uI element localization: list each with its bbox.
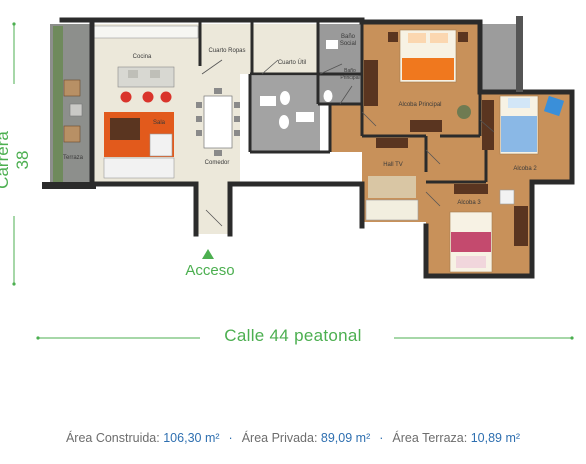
room-label-comedor: Comedor <box>205 160 230 166</box>
bathroom-social-floor <box>318 24 362 74</box>
room-label-sala: Sala <box>153 120 166 126</box>
room-label-alcoba-3: Alcoba 3 <box>457 200 481 206</box>
street-label-calle: Calle 44 peatonal <box>224 326 362 345</box>
separator: · <box>379 431 384 445</box>
hall-sofa <box>365 199 419 221</box>
room-label-bano-social-1: Baño <box>341 34 356 40</box>
area-value: 106,30 m² <box>163 431 220 445</box>
desk-principal <box>410 120 442 132</box>
street-label-carrera: Carrera 38 <box>0 131 32 189</box>
hall-rug <box>368 176 416 198</box>
sink <box>296 112 314 122</box>
sink <box>260 96 276 106</box>
closet-ppal-floor <box>330 104 362 152</box>
armchair <box>149 133 173 157</box>
terraza-planters <box>53 26 63 182</box>
nightstand <box>458 32 468 42</box>
tv-console <box>376 138 408 148</box>
armchair <box>499 189 515 205</box>
room-label-cuarto-util: Cuarto Útil <box>278 59 306 66</box>
toilet <box>280 91 290 105</box>
room-label-hall-tv: Hall TV <box>383 162 403 168</box>
area-summary: Área Construida: 106,30 m² · Área Privada:… <box>0 431 586 445</box>
separator: · <box>228 431 233 445</box>
closet <box>364 60 378 106</box>
nightstand <box>388 32 398 42</box>
desk-alcoba-3 <box>454 184 488 194</box>
kitchen-counter <box>93 25 199 39</box>
terrace-table <box>69 103 83 117</box>
room-label-terraza: Terraza <box>63 155 84 161</box>
stool-red <box>160 91 172 103</box>
balcony-rail <box>516 16 523 92</box>
room-label-bano-social-2: Social <box>340 41 356 47</box>
entrance-label: Acceso <box>185 262 235 279</box>
stool-red <box>142 91 154 103</box>
area-item: Área Privada: 89,09 m² <box>242 431 371 445</box>
dining-table <box>203 95 233 149</box>
area-item: Área Terraza: 10,89 m² <box>392 431 520 445</box>
room-label-bano-ppal-1: Baño <box>344 68 356 74</box>
coffee-table <box>110 118 140 140</box>
closet <box>482 100 494 150</box>
terraza-slab <box>42 182 96 189</box>
area-item: Área Construida: 106,30 m² <box>66 431 220 445</box>
room-label-alcoba-2: Alcoba 2 <box>513 166 537 172</box>
sofa <box>103 157 175 179</box>
room-label-bano-ppal-2: Principal <box>340 75 359 81</box>
entrance-arrow-icon <box>202 249 214 259</box>
terrace-chair <box>63 79 81 97</box>
area-label: Área Terraza: <box>392 431 468 445</box>
cuarto-util-floor <box>252 24 318 74</box>
room-label-cuarto-ropas: Cuarto Ropas <box>208 48 245 54</box>
room-label-cocina: Cocina <box>133 54 152 60</box>
toilet <box>279 115 289 129</box>
balcony-floor <box>480 24 520 92</box>
terrace-chair <box>63 125 81 143</box>
sink <box>326 40 338 49</box>
hall-entrance-floor <box>196 184 230 234</box>
room-label-alcoba-principal: Alcoba Principal <box>398 102 441 108</box>
toilet <box>323 90 333 102</box>
area-value: 10,89 m² <box>470 431 521 445</box>
kitchen-island <box>117 66 175 88</box>
closet <box>514 206 528 246</box>
plant <box>457 105 471 119</box>
area-label: Área Construida: <box>65 431 160 445</box>
area-label: Área Privada: <box>241 431 318 445</box>
stool-red <box>120 91 132 103</box>
area-value: 89,09 m² <box>320 431 371 445</box>
floor-plan: Cocina Cuarto Ropas Cuarto Útil Baño Soc… <box>12 16 575 340</box>
